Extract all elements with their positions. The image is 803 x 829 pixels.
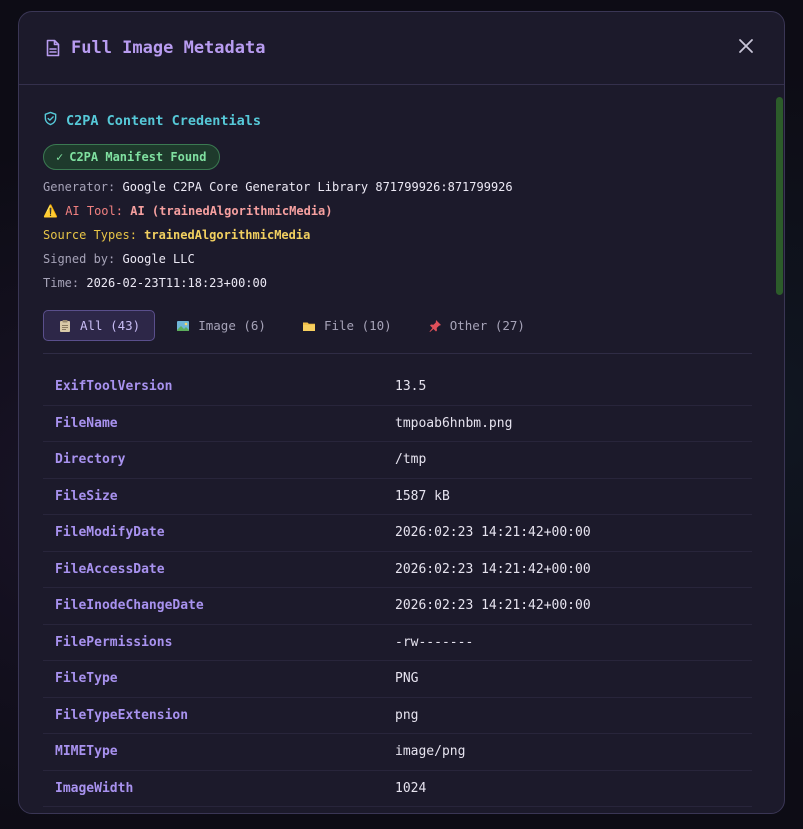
shield-check-icon (43, 111, 58, 130)
row-value: -rw------- (395, 624, 752, 661)
table-row: FileInodeChangeDate 2026:02:23 14:21:42+0… (43, 587, 752, 625)
row-value: 1024 (395, 770, 752, 807)
scrollbar-thumb[interactable] (776, 97, 783, 295)
signed-by-value: Google LLC (122, 252, 195, 266)
row-key: FileAccessDate (43, 551, 395, 588)
close-button[interactable] (732, 34, 760, 62)
table-row: FileType PNG (43, 660, 752, 698)
table-row: ExifToolVersion 13.5 (43, 369, 752, 406)
row-value: 1587 kB (395, 478, 752, 515)
time-value: 2026-02-23T11:18:23+00:00 (86, 276, 267, 290)
table-row: FileAccessDate 2026:02:23 14:21:42+00:00 (43, 551, 752, 588)
row-key: FilePermissions (43, 624, 395, 661)
row-key: FileType (43, 660, 395, 698)
modal-title-text: Full Image Metadata (71, 38, 266, 58)
checkmark-icon: ✓ (56, 150, 64, 164)
folder-icon (302, 319, 316, 333)
row-value: tmpoab6hnbm.png (395, 405, 752, 442)
row-value: PNG (395, 660, 752, 698)
table-row: MIMEType image/png (43, 733, 752, 771)
document-icon (45, 39, 61, 57)
warning-icon: ⚠️ (43, 204, 58, 218)
signed-by-line: Signed by: Google LLC (43, 252, 195, 266)
row-value: image/png (395, 733, 752, 771)
metadata-modal: Full Image Metadata C2PA Content Credent… (18, 11, 785, 814)
row-key: FileModifyDate (43, 514, 395, 552)
row-key: ImageWidth (43, 770, 395, 807)
tab-other[interactable]: Other (27) (413, 310, 540, 341)
row-value: 2026:02:23 14:21:42+00:00 (395, 514, 752, 552)
picture-icon (176, 319, 190, 333)
modal-header: Full Image Metadata (19, 12, 784, 85)
row-key: FileSize (43, 478, 395, 515)
row-key: FileTypeExtension (43, 697, 395, 734)
table-row: ImageWidth 1024 (43, 770, 752, 807)
tab-all[interactable]: All (43) (43, 310, 156, 341)
generator-line: Generator: Google C2PA Core Generator Li… (43, 180, 513, 194)
clipboard-icon (58, 319, 72, 333)
row-key: ExifToolVersion (43, 369, 395, 406)
ai-tool-line: ⚠️ AI Tool: AI (trainedAlgorithmicMedia) (43, 204, 333, 218)
scrollbar[interactable] (775, 85, 784, 813)
table-row: FileTypeExtension png (43, 697, 752, 734)
table-row: Directory/tmp (43, 441, 752, 479)
modal-title: Full Image Metadata (45, 38, 265, 58)
source-types-line: Source Types: trainedAlgorithmicMedia (43, 228, 311, 242)
close-icon (738, 38, 754, 58)
row-key: Directory (43, 441, 395, 479)
table-row: FileName tmpoab6hnbm.png (43, 405, 752, 442)
time-line: Time: 2026-02-23T11:18:23+00:00 (43, 276, 267, 290)
table-row: FileModifyDate 2026:02:23 14:21:42+00:00 (43, 514, 752, 552)
row-key: FileName (43, 405, 395, 442)
tab-image[interactable]: Image (6) (161, 310, 281, 341)
ai-tool-value: AI (trainedAlgorithmicMedia) (130, 204, 333, 218)
tab-file[interactable]: File (10) (287, 310, 407, 341)
table-row: FileSize 1587 kB (43, 478, 752, 515)
pushpin-icon (428, 319, 442, 333)
table-row: FilePermissions -rw------- (43, 624, 752, 661)
source-types-value: trainedAlgorithmicMedia (144, 228, 311, 242)
row-value: png (395, 697, 752, 734)
c2pa-section-title: C2PA Content Credentials (43, 111, 752, 130)
metadata-table: ExifToolVersion 13.5 FileName tmpoab6hnbm.p… (43, 369, 752, 807)
row-value: 13.5 (395, 369, 752, 406)
metadata-tabs: All (43) Image (6) File (10) Other (27) (43, 310, 752, 354)
modal-body[interactable]: C2PA Content Credentials ✓ C2PA Manifest… (19, 85, 784, 813)
generator-value: Google C2PA Core Generator Library 87179… (122, 180, 513, 194)
row-key: FileInodeChangeDate (43, 587, 395, 625)
row-value: /tmp (395, 441, 752, 479)
row-value: 2026:02:23 14:21:42+00:00 (395, 551, 752, 588)
row-value: 2026:02:23 14:21:42+00:00 (395, 587, 752, 625)
row-key: MIMEType (43, 733, 395, 771)
c2pa-manifest-badge: ✓ C2PA Manifest Found (43, 144, 220, 170)
